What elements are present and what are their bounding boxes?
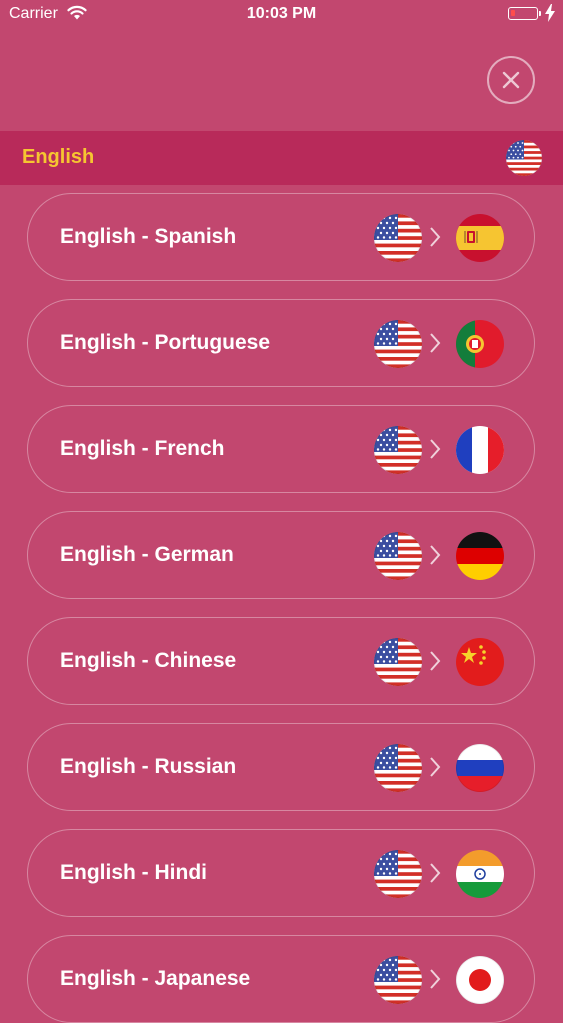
chevron-right-icon	[430, 757, 441, 777]
battery-tip	[539, 11, 541, 16]
language-pair-item[interactable]: English - Spanish	[27, 193, 535, 281]
us-flag-icon	[374, 214, 422, 262]
language-pair-label: English - Russian	[60, 755, 237, 778]
us-flag-icon	[374, 956, 422, 1004]
language-pair-label: English - Portuguese	[60, 331, 271, 354]
language-pair-label: English - Spanish	[60, 225, 237, 248]
us-flag-icon	[374, 850, 422, 898]
battery-icon	[508, 7, 538, 20]
us-flag-icon	[374, 320, 422, 368]
portugal-flag-icon	[456, 320, 504, 368]
chevron-right-icon	[430, 863, 441, 883]
language-pair-item[interactable]: English - French	[27, 405, 535, 493]
language-pair-label: English - Hindi	[60, 861, 207, 884]
language-pair-item[interactable]: English - German	[27, 511, 535, 599]
language-pair-label: English - Japanese	[60, 967, 251, 990]
source-language-title: English	[22, 146, 95, 168]
india-flag-icon	[456, 850, 504, 898]
language-pair-item[interactable]: English - Chinese	[27, 617, 535, 705]
us-flag-icon	[506, 140, 542, 176]
us-flag-icon	[374, 532, 422, 580]
language-pair-label: English - German	[60, 543, 234, 566]
spain-flag-icon	[456, 214, 504, 262]
chevron-right-icon	[430, 227, 441, 247]
language-pair-item[interactable]: English - Japanese	[27, 935, 535, 1023]
status-bar: Carrier 10:03 PM	[0, 0, 563, 30]
clock: 10:03 PM	[246, 5, 317, 22]
language-pair-item[interactable]: English - Portuguese	[27, 299, 535, 387]
chevron-right-icon	[430, 651, 441, 671]
charging-bolt-icon	[545, 4, 555, 22]
close-button[interactable]	[487, 56, 535, 104]
chevron-right-icon	[430, 439, 441, 459]
chevron-right-icon	[430, 545, 441, 565]
source-language-header[interactable]: English	[0, 131, 563, 185]
us-flag-icon	[374, 638, 422, 686]
language-pair-item[interactable]: English - Russian	[27, 723, 535, 811]
china-flag-icon	[456, 638, 504, 686]
russia-flag-icon	[456, 744, 504, 792]
language-pair-label: English - French	[60, 437, 225, 460]
language-pair-label: English - Chinese	[60, 649, 237, 672]
chevron-right-icon	[430, 333, 441, 353]
chevron-right-icon	[430, 969, 441, 989]
japan-flag-icon	[456, 956, 504, 1004]
us-flag-icon	[374, 426, 422, 474]
close-icon	[502, 71, 520, 89]
us-flag-icon	[374, 744, 422, 792]
language-pair-item[interactable]: English - Hindi	[27, 829, 535, 917]
germany-flag-icon	[456, 532, 504, 580]
france-flag-icon	[456, 426, 504, 474]
